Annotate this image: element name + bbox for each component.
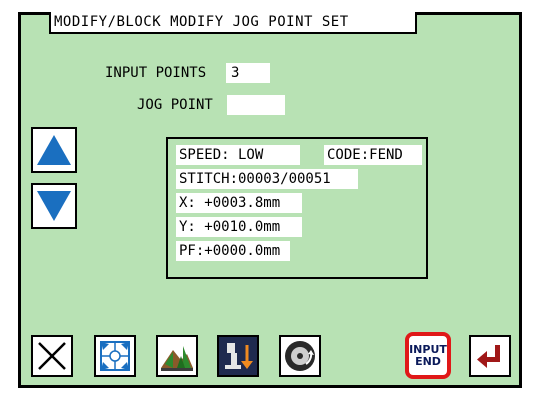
rotate-button[interactable] (279, 335, 321, 377)
expand-view-button[interactable] (94, 335, 136, 377)
code-text: CODE:FEND (324, 145, 422, 165)
presser-down-icon (225, 343, 253, 369)
panel-screen: MODIFY/BLOCK MODIFY JOG POINT SET INPUT … (18, 12, 522, 388)
stitch-text: STITCH:00003/00051 (176, 169, 358, 189)
input-end-label-line2: END (415, 354, 441, 368)
close-icon (38, 342, 66, 370)
rotate-gear-icon (285, 341, 315, 371)
jog-point-label: JOG POINT (137, 97, 213, 113)
speed-text: SPEED: LOW (176, 145, 300, 165)
input-end-button[interactable]: INPUT END (405, 332, 451, 379)
enter-button[interactable] (469, 335, 511, 377)
stitch-info-box: SPEED: LOW CODE:FEND STITCH:00003/00051 … (166, 137, 428, 279)
up-arrow-icon (37, 135, 71, 165)
presser-down-button[interactable] (217, 335, 259, 377)
landscape-view-button[interactable] (156, 335, 198, 377)
scroll-up-button[interactable] (31, 127, 77, 173)
enter-icon (477, 345, 500, 368)
input-points-label: INPUT POINTS (105, 65, 207, 81)
pf-coordinate-text: PF:+0000.0mm (176, 241, 290, 261)
down-arrow-icon (37, 191, 71, 221)
input-end-label-line1: INPUT (409, 342, 447, 356)
scroll-down-button[interactable] (31, 183, 77, 229)
y-coordinate-text: Y: +0010.0mm (176, 217, 302, 237)
expand-icon (100, 341, 130, 371)
page-title: MODIFY/BLOCK MODIFY JOG POINT SET (49, 12, 417, 34)
jog-point-value (227, 95, 285, 115)
cancel-button[interactable] (31, 335, 73, 377)
x-coordinate-text: X: +0003.8mm (176, 193, 302, 213)
input-points-value: 3 (226, 63, 270, 83)
tree-landscape-icon (161, 346, 193, 371)
